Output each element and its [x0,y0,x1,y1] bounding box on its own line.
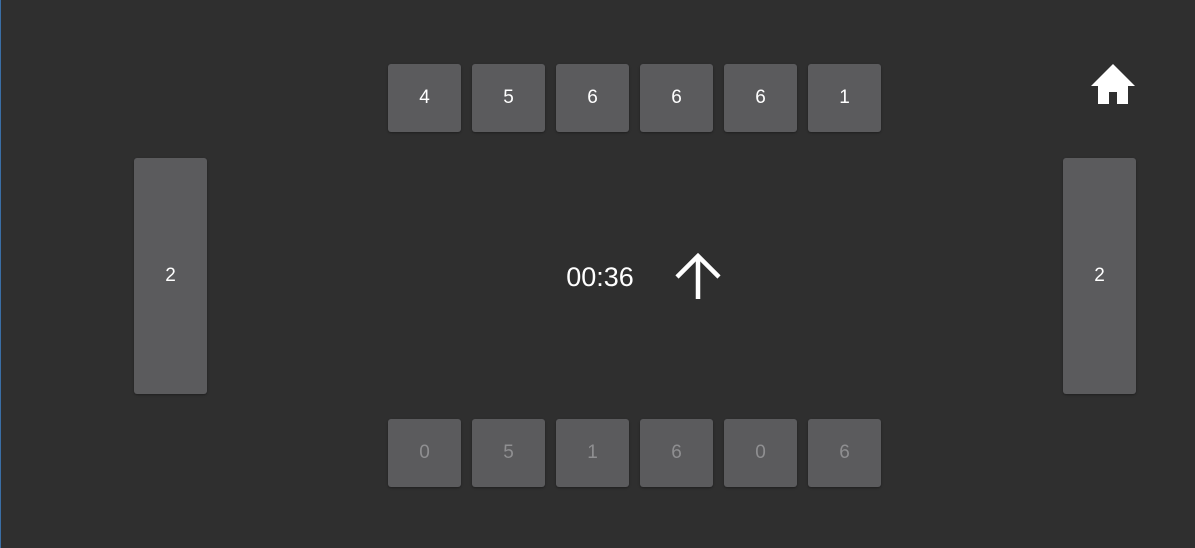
home-icon [1091,64,1135,104]
top-pit-2[interactable]: 5 [472,64,545,132]
bottom-pit-3: 1 [556,419,629,487]
right-store: 2 [1063,158,1136,394]
top-pit-6[interactable]: 1 [808,64,881,132]
top-pit-5[interactable]: 6 [724,64,797,132]
top-pit-1[interactable]: 4 [388,64,461,132]
bottom-pit-1: 0 [388,419,461,487]
bottom-pit-4: 6 [640,419,713,487]
bottom-pit-5: 0 [724,419,797,487]
left-store: 2 [134,158,207,394]
game-timer: 00:36 [566,261,634,292]
game-board: 4 5 6 6 6 1 2 2 00:36 0 5 1 6 0 6 [0,0,1195,548]
arrow-up-icon [673,250,723,302]
top-pit-3[interactable]: 6 [556,64,629,132]
bottom-pit-6: 6 [808,419,881,487]
home-button[interactable] [1089,62,1137,106]
top-pit-4[interactable]: 6 [640,64,713,132]
bottom-pit-2: 5 [472,419,545,487]
